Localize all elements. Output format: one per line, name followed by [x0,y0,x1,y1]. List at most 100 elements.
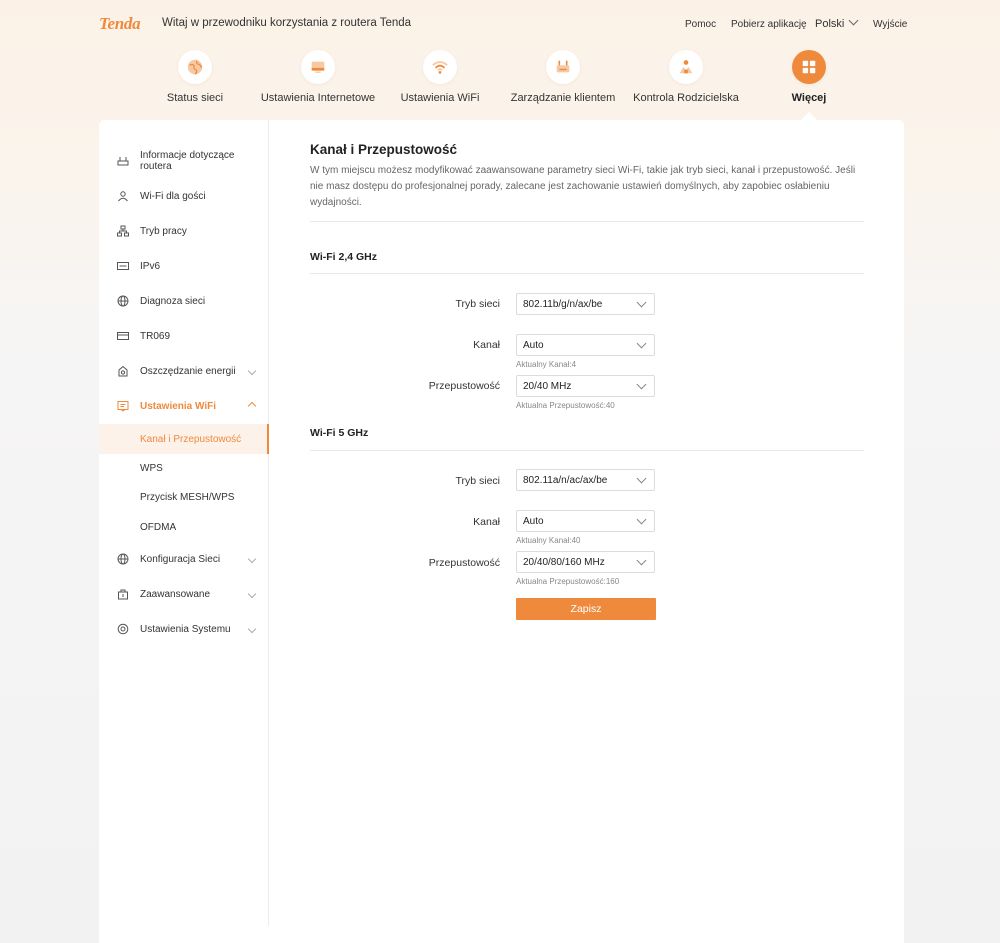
active-nav-pointer [801,112,817,120]
select-value: 802.11a/n/ac/ax/be [523,475,608,486]
sidebar-item-advanced[interactable]: Zaawansowane [99,579,268,609]
divider [310,273,864,274]
select-value: 802.11b/g/n/ax/be [523,299,603,310]
exit-link[interactable]: Wyjście [873,19,907,30]
chevron-down-icon [636,473,647,484]
chevron-down-icon [247,554,257,564]
help-link[interactable]: Pomoc [685,19,716,30]
bandwidth-select-24ghz[interactable]: 20/40 MHz [516,375,655,397]
system-icon [117,623,129,635]
current-bandwidth-hint: Aktualna Przepustowość:40 [516,401,615,410]
nav-status-sieci[interactable]: Status sieci [135,50,255,104]
globe-icon [117,553,129,565]
sidebar-subitem-label: Kanał i Przepustowość [140,434,242,445]
top-bar: Tenda Witaj w przewodniku korzystania z … [0,0,1000,48]
chevron-down-icon [636,297,647,308]
nav-label: Kontrola Rodzicielska [633,92,739,104]
chevron-down-icon [247,624,257,634]
bandwidth-select-5ghz[interactable]: 20/40/80/160 MHz [516,551,655,573]
network-mode-select-5ghz[interactable]: 802.11a/n/ac/ax/be [516,469,655,491]
nav-ustawienia-internetowe[interactable]: Ustawienia Internetowe [258,50,378,104]
sidebar-item-label: Zaawansowane [140,588,211,600]
save-button[interactable]: Zapisz [516,598,656,620]
nav-wiecej[interactable]: Więcej [749,50,869,104]
sidebar-item-label: Tryb pracy [140,225,187,237]
internet-icon [301,50,335,84]
sidebar-item-label: Diagnoza sieci [140,295,206,307]
page-description: W tym miejscu możesz modyfikować zaawans… [310,165,856,208]
sidebar-item-network-config[interactable]: Konfiguracja Sieci [99,544,268,574]
language-label: Polski [815,18,845,30]
sidebar-item-tr069[interactable]: TR069 [99,321,268,351]
sidebar-subitem-ofdma[interactable]: OFDMA [99,512,268,542]
nav-ustawienia-wifi[interactable]: Ustawienia WiFi [380,50,500,104]
sidebar-item-work-mode[interactable]: Tryb pracy [99,216,268,246]
sidebar-item-label: Oszczędzanie energii [140,365,236,377]
network-mode-label: Tryb sieci [455,475,500,487]
current-bandwidth-hint: Aktualna Przepustowość:160 [516,577,620,586]
router-icon [546,50,580,84]
chevron-down-icon [636,555,647,566]
chevron-down-icon [636,379,647,390]
chevron-down-icon [636,514,647,525]
tenda-logo[interactable]: Tenda [99,14,141,34]
sidebar: Informacje dotyczące routera Wi-Fi dla g… [99,120,269,926]
wifi-settings-icon [117,400,129,412]
nav-label: Status sieci [166,92,224,104]
sidebar-item-system-settings[interactable]: Ustawienia Systemu [99,614,268,644]
divider [310,221,864,222]
chevron-down-icon [636,338,647,349]
channel-select-5ghz[interactable]: Auto [516,510,655,532]
network-mode-icon [117,225,129,237]
sidebar-subitem-label: Przycisk MESH/WPS [140,492,235,503]
sidebar-item-wifi-settings[interactable]: Ustawienia WiFi [99,391,268,421]
sidebar-item-router-info[interactable]: Informacje dotyczące routera [99,146,268,176]
language-select[interactable]: Polski [815,15,859,30]
welcome-text: Witaj w przewodniku korzystania z router… [162,17,412,29]
sidebar-item-label: Informacje dotyczące routera [140,150,235,172]
chevron-down-icon [247,589,257,599]
section-title-24ghz: Wi-Fi 2,4 GHz [310,251,377,263]
globe-icon [117,295,129,307]
wifi-icon [423,50,457,84]
nav-kontrola-rodzicielska[interactable]: Kontrola Rodzicielska [626,50,746,104]
bandwidth-label: Przepustowość [428,557,500,569]
channel-label: Kanał [473,339,500,351]
sidebar-subitem-mesh-wps[interactable]: Przycisk MESH/WPS [99,482,268,512]
tr069-icon [117,330,129,342]
channel-select-24ghz[interactable]: Auto [516,334,655,356]
select-value: Auto [523,516,544,527]
chevron-down-icon [247,366,257,376]
sidebar-item-energy-saving[interactable]: Oszczędzanie energii [99,356,268,386]
router-info-icon [117,155,129,167]
nav-label: Ustawienia WiFi [400,92,480,104]
network-mode-select-24ghz[interactable]: 802.11b/g/n/ax/be [516,293,655,315]
sidebar-item-label: Wi-Fi dla gości [140,190,206,202]
select-value: 20/40 MHz [523,381,572,392]
sidebar-item-label: Ustawienia Systemu [140,623,231,635]
sidebar-subitem-label: WPS [140,463,163,474]
advanced-icon [117,588,129,600]
grid-icon [792,50,826,84]
current-channel-hint: Aktualny Kanał:4 [516,360,577,369]
select-value: Auto [523,340,544,351]
chevron-up-icon [247,401,257,411]
sidebar-item-diagnostics[interactable]: Diagnoza sieci [99,286,268,316]
sidebar-subitem-channel-bandwidth[interactable]: Kanał i Przepustowość [99,424,269,454]
download-app-link[interactable]: Pobierz aplikację [731,19,807,30]
guest-icon [117,190,129,202]
network-mode-label: Tryb sieci [455,298,500,310]
sidebar-subitem-wps[interactable]: WPS [99,453,268,483]
divider [310,450,864,451]
globe-icon [178,50,212,84]
page-title: Kanał i Przepustowość [310,142,458,157]
sidebar-item-label: Konfiguracja Sieci [140,553,221,565]
sidebar-item-guest-wifi[interactable]: Wi-Fi dla gości [99,181,268,211]
section-title-5ghz: Wi-Fi 5 GHz [310,427,369,439]
nav-label: Ustawienia Internetowe [260,92,376,104]
nav-zarzadzanie-klientem[interactable]: Zarządzanie klientem [503,50,623,104]
chevron-down-icon [848,15,859,26]
current-channel-hint: Aktualny Kanał:40 [516,536,581,545]
sidebar-item-ipv6[interactable]: IPv6 [99,251,268,281]
select-value: 20/40/80/160 MHz [523,557,605,568]
